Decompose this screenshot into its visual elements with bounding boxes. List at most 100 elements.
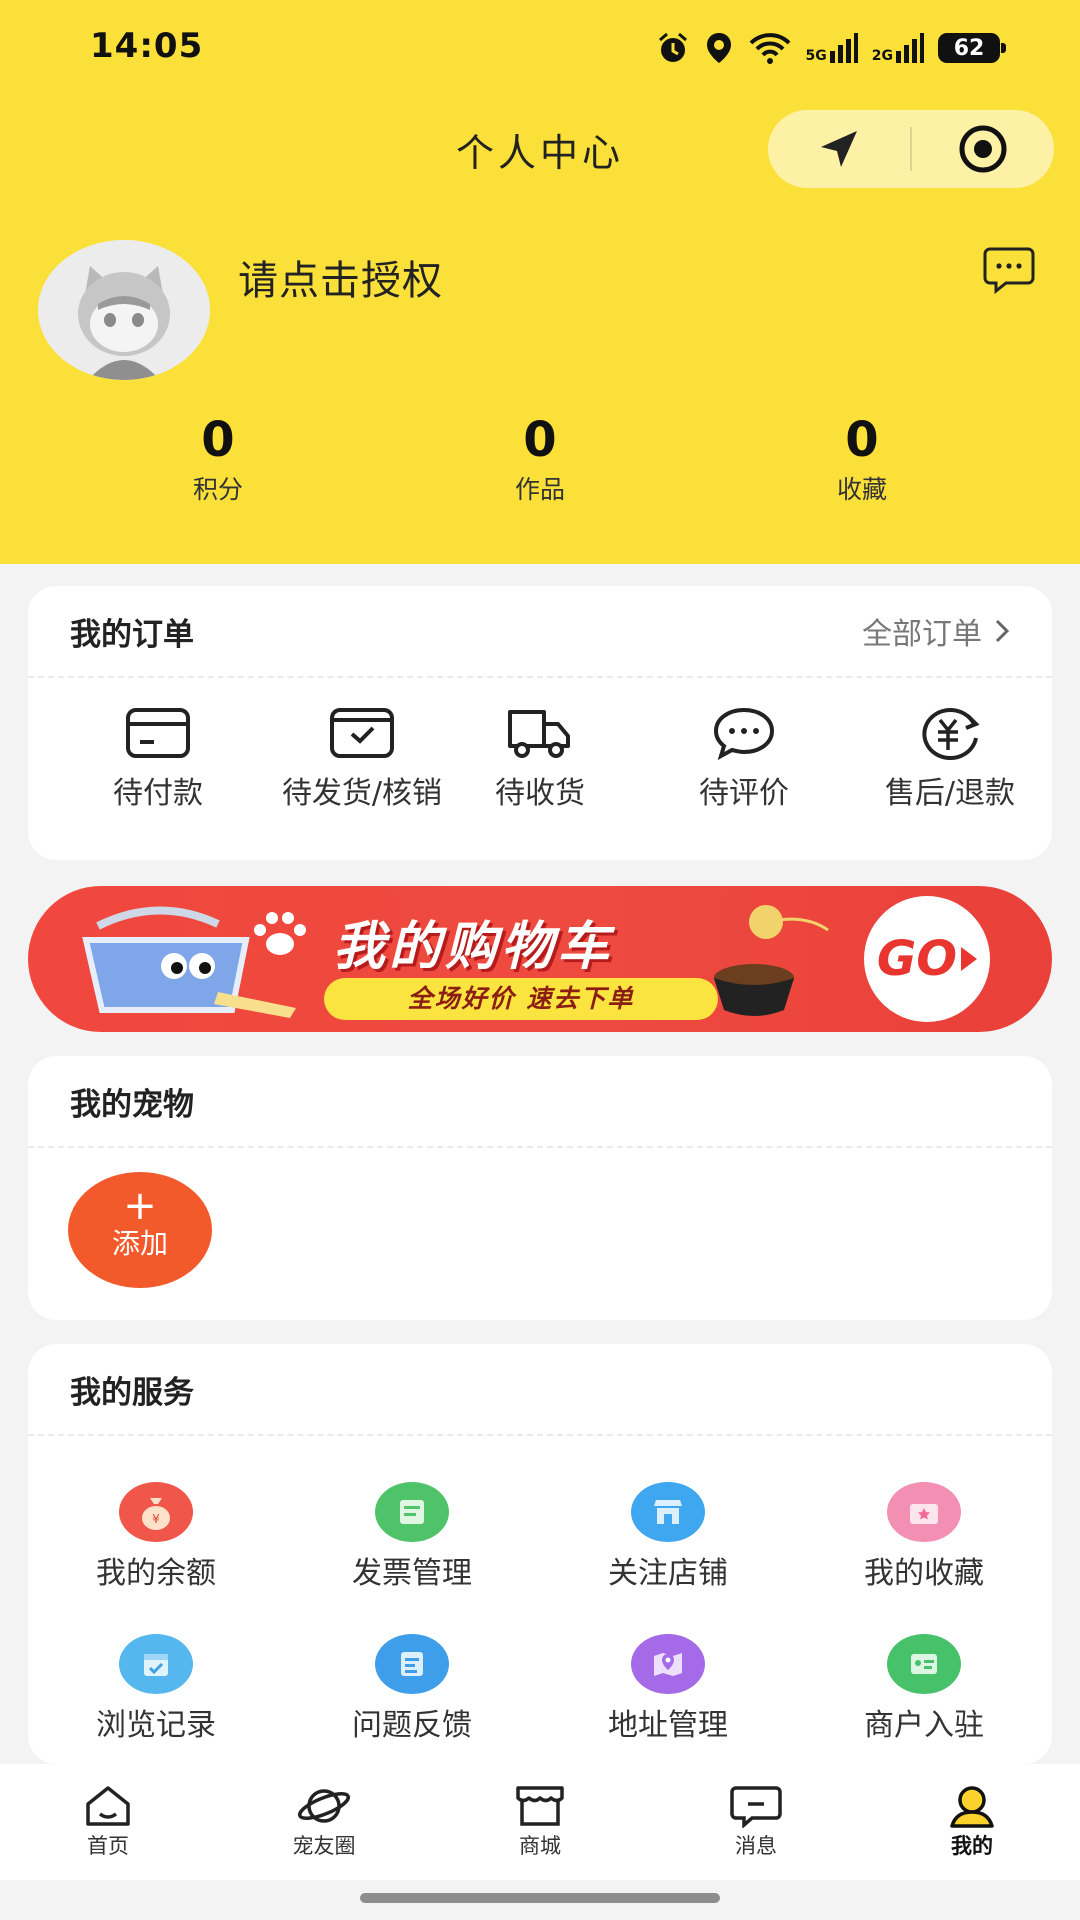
go-button[interactable]: GO xyxy=(864,896,990,1022)
signal-bars-icon xyxy=(896,33,924,63)
target-circle-icon xyxy=(959,125,1007,173)
order-status-row: 待付款 待发货/核销 待收货 待评价 售后/退款 xyxy=(28,706,1052,826)
message-button[interactable] xyxy=(982,246,1036,295)
shopping-cart-banner[interactable]: 我的购物车 全场好价 速去下单 GO xyxy=(28,886,1052,1032)
plus-icon: + xyxy=(123,1183,157,1229)
order-pending-receipt[interactable]: 待收货 xyxy=(430,706,650,812)
service-label: 商户入驻 xyxy=(864,1708,984,1743)
battery-level: 62 xyxy=(953,35,985,61)
orders-title: 我的订单 xyxy=(70,616,194,653)
service-label: 发票管理 xyxy=(352,1556,472,1591)
wifi-icon xyxy=(749,33,790,64)
location-status-icon xyxy=(706,33,731,63)
stat-value: 0 xyxy=(845,412,879,468)
planet-icon xyxy=(297,1789,351,1823)
service-invoice[interactable]: 发票管理 xyxy=(284,1482,540,1592)
all-orders-link[interactable]: 全部订单 xyxy=(862,609,1010,653)
service-label: 地址管理 xyxy=(608,1708,728,1743)
status-icons: 5G 2G 62 xyxy=(656,28,1006,68)
stats-row: 0 积分 0 作品 0 收藏 xyxy=(0,412,1080,512)
service-label: 关注店铺 xyxy=(608,1556,728,1591)
tab-mine[interactable]: 我的 xyxy=(892,1784,1052,1860)
avatar[interactable] xyxy=(38,240,210,380)
signal-bars-icon xyxy=(829,33,858,63)
services-title: 我的服务 xyxy=(70,1374,194,1411)
navigate-button[interactable] xyxy=(768,110,910,188)
favorite-envelope-icon xyxy=(887,1482,961,1542)
play-triangle-icon xyxy=(961,947,978,971)
banner-title: 我的购物车 xyxy=(333,917,614,977)
add-pet-label: 添加 xyxy=(111,1227,168,1260)
chat-bubble-icon xyxy=(983,247,1035,295)
service-address[interactable]: 地址管理 xyxy=(540,1634,796,1744)
services-card: 我的服务 ¥ 我的余额 发票管理 关注店铺 我的收藏 浏览记录 问题反馈 地址管… xyxy=(28,1344,1052,1764)
service-label: 我的收藏 xyxy=(864,1556,984,1591)
profile-header: 14:05 5G 2G 62 个人中心 请点击授权 0 积分 0 作品 0 收藏 xyxy=(0,0,1080,564)
tab-label: 商城 xyxy=(519,1834,561,1858)
order-item-label: 待评价 xyxy=(699,776,789,811)
orders-card-header: 我的订单 全部订单 xyxy=(28,586,1052,678)
status-bar: 14:05 5G 2G 62 xyxy=(0,0,1080,100)
tab-pet-circle[interactable]: 宠友圈 xyxy=(244,1784,404,1860)
pets-card-header: 我的宠物 xyxy=(28,1056,1052,1148)
service-merchant[interactable]: 商户入驻 xyxy=(796,1634,1052,1744)
svg-text:¥: ¥ xyxy=(152,1512,160,1526)
tab-label: 首页 xyxy=(87,1834,129,1858)
pets-title: 我的宠物 xyxy=(70,1086,194,1123)
box-check-icon xyxy=(330,708,394,758)
tab-label: 我的 xyxy=(951,1834,993,1858)
navigation-arrow-icon xyxy=(821,131,857,167)
mini-program-capsule xyxy=(768,110,1054,188)
home-indicator[interactable] xyxy=(360,1893,720,1903)
pet-food-bowl-icon xyxy=(714,905,829,1016)
alarm-icon xyxy=(658,32,687,62)
calendar-icon xyxy=(119,1634,193,1694)
net2-label: 2G xyxy=(871,48,893,64)
order-item-label: 待收货 xyxy=(495,776,585,811)
service-feedback[interactable]: 问题反馈 xyxy=(284,1634,540,1744)
chat-icon xyxy=(713,707,775,760)
stat-works[interactable]: 0 作品 xyxy=(440,412,640,506)
close-target-button[interactable] xyxy=(912,110,1054,188)
feedback-icon xyxy=(375,1634,449,1694)
order-pending-review[interactable]: 待评价 xyxy=(634,706,854,812)
service-label: 浏览记录 xyxy=(96,1708,216,1743)
add-pet-button[interactable]: + 添加 xyxy=(68,1172,212,1288)
order-item-label: 待付款 xyxy=(113,776,203,811)
tab-label: 消息 xyxy=(735,1834,777,1858)
chevron-right-icon xyxy=(995,619,1010,643)
money-bag-icon: ¥ xyxy=(119,1482,193,1542)
paw-icon xyxy=(254,912,306,955)
invoice-icon xyxy=(375,1482,449,1542)
service-followed-stores[interactable]: 关注店铺 xyxy=(540,1482,796,1592)
status-time: 14:05 xyxy=(90,26,204,66)
stat-favorites[interactable]: 0 收藏 xyxy=(762,412,962,506)
truck-icon xyxy=(508,710,570,758)
signal-5g: 5G xyxy=(806,33,858,63)
authorize-prompt[interactable]: 请点击授权 xyxy=(238,248,443,306)
stat-value: 0 xyxy=(201,412,235,468)
tab-home[interactable]: 首页 xyxy=(28,1784,188,1860)
service-my-favorites[interactable]: 我的收藏 xyxy=(796,1482,1052,1592)
bottom-tab-bar: 首页 宠友圈 商城 消息 我的 xyxy=(0,1764,1080,1880)
order-pending-payment[interactable]: 待付款 xyxy=(48,706,268,812)
shop-icon xyxy=(516,1786,564,1826)
yen-refund-icon xyxy=(922,708,980,760)
battery-icon: 62 xyxy=(938,33,1006,63)
stat-label: 作品 xyxy=(514,475,565,504)
stat-value: 0 xyxy=(523,412,557,468)
tab-mall[interactable]: 商城 xyxy=(460,1784,620,1860)
user-icon xyxy=(950,1786,994,1828)
message-icon xyxy=(730,1786,782,1828)
home-icon xyxy=(86,1786,130,1826)
pets-card: 我的宠物 + 添加 xyxy=(28,1056,1052,1320)
card-icon xyxy=(126,708,190,758)
service-balance[interactable]: ¥ 我的余额 xyxy=(28,1482,284,1592)
service-label: 问题反馈 xyxy=(352,1708,472,1743)
order-refund[interactable]: 售后/退款 xyxy=(840,706,1060,812)
tab-messages[interactable]: 消息 xyxy=(676,1784,836,1860)
net1-label: 5G xyxy=(805,48,827,64)
stat-points[interactable]: 0 积分 xyxy=(118,412,318,506)
service-history[interactable]: 浏览记录 xyxy=(28,1634,284,1744)
all-orders-label: 全部订单 xyxy=(862,617,982,652)
